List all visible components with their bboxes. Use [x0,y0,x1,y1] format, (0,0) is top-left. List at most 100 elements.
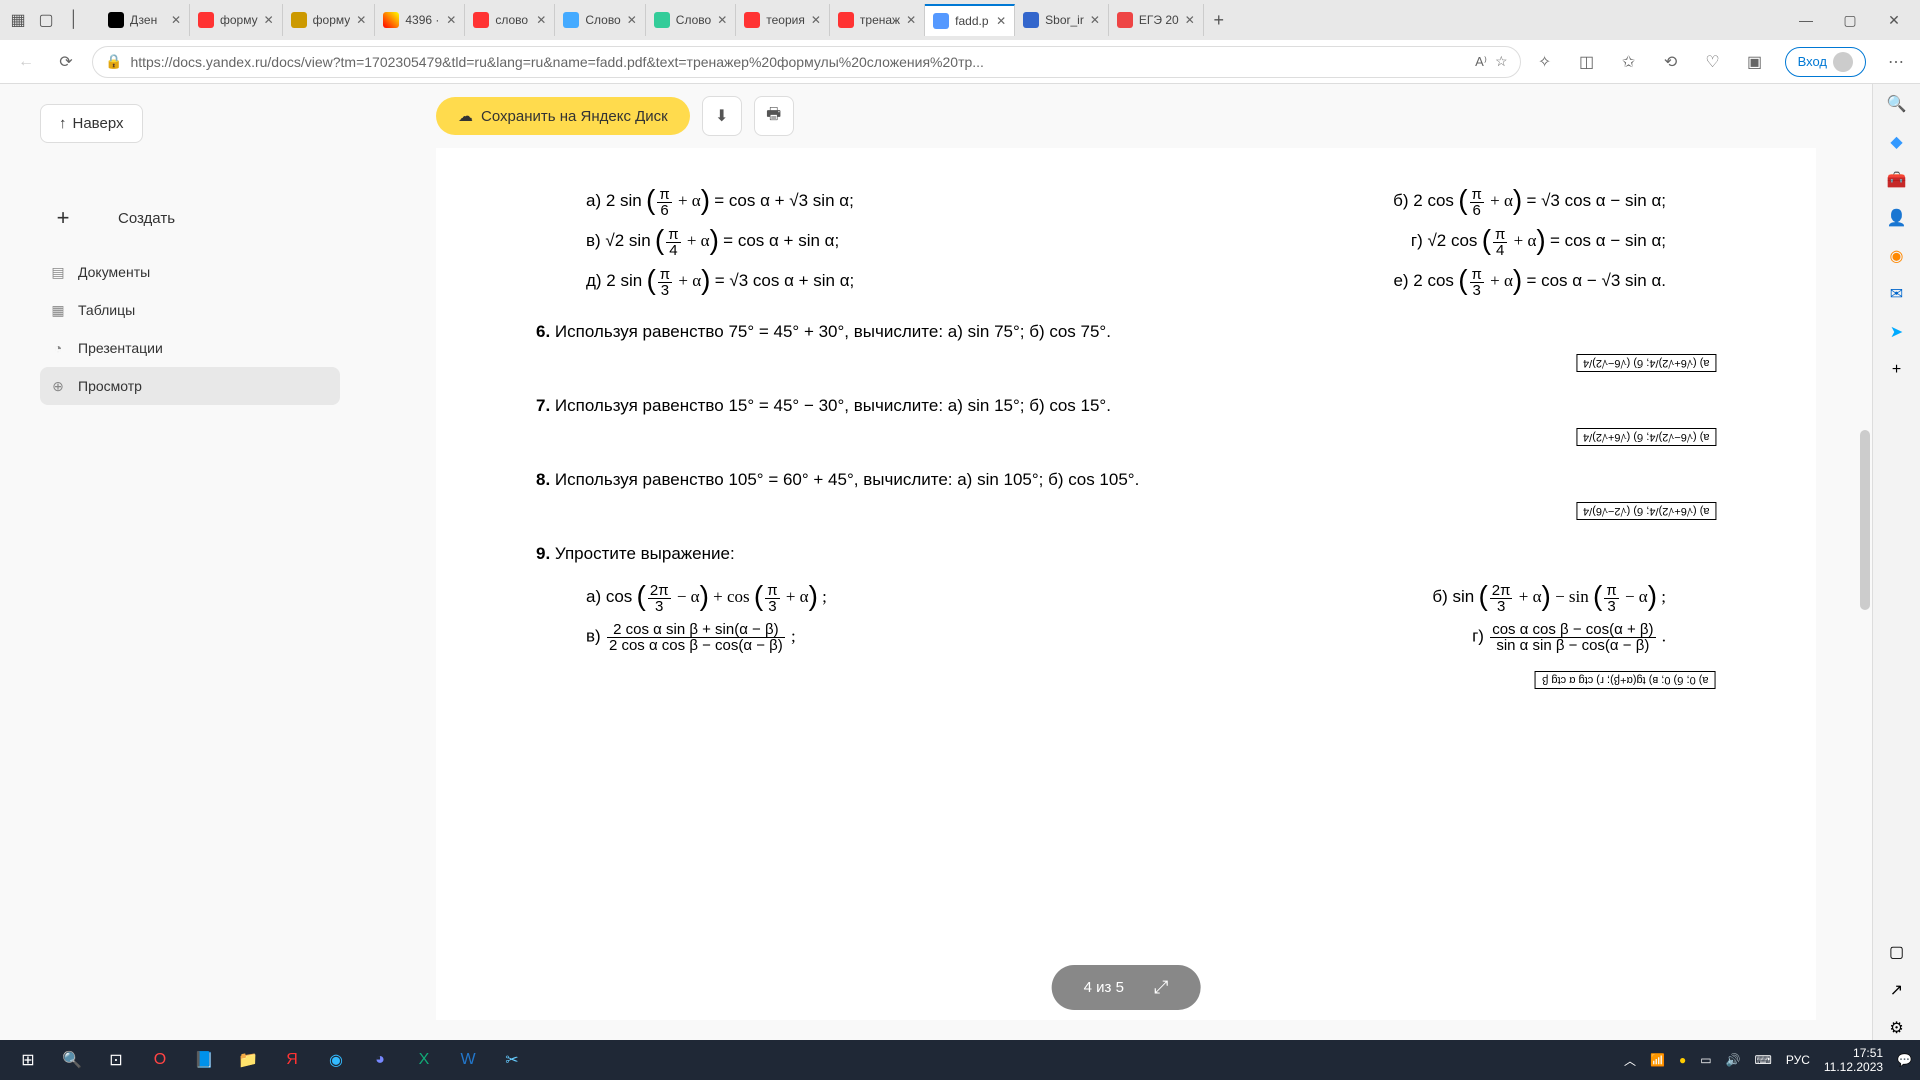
favorite-icon[interactable]: ☆ [1495,53,1508,70]
extension-icon[interactable]: ✧ [1533,50,1557,74]
close-icon[interactable]: ✕ [171,13,181,27]
tray-chevron-icon[interactable]: ︿ [1624,1052,1636,1069]
tab-0[interactable]: Дзен✕ [100,4,190,36]
tab-11[interactable]: ЕГЭ 20✕ [1109,4,1204,36]
close-icon[interactable]: ✕ [811,13,821,27]
up-label: Наверх [73,115,124,132]
shopping-rail-icon[interactable]: ◆ [1885,130,1909,154]
close-icon[interactable]: ✕ [1185,13,1195,27]
sidebar-item-label: Таблицы [78,302,135,318]
wifi-icon[interactable]: 📶 [1650,1053,1665,1067]
refresh-button[interactable]: ⟳ [52,48,80,76]
volume-icon[interactable]: 🔊 [1726,1053,1741,1067]
tools-rail-icon[interactable]: 🧰 [1885,168,1909,192]
search-taskbar-icon[interactable]: 🔍 [52,1044,92,1076]
workspace-icon[interactable]: ▦ [8,10,28,30]
keyboard-icon[interactable]: ⌨ [1755,1053,1772,1067]
url-input[interactable]: 🔒 https://docs.yandex.ru/docs/view?tm=17… [92,46,1521,78]
tab-strip: Дзен✕ форму✕ форму✕ 4396 ·✕ слово✕ Слово… [100,4,1234,36]
close-icon[interactable]: ✕ [264,13,274,27]
sidebar-item-documents[interactable]: ▤Документы [40,253,340,291]
tab-1[interactable]: форму✕ [190,4,283,36]
share-rail-icon[interactable]: ↗ [1885,978,1909,1002]
close-icon[interactable]: ✕ [446,13,456,27]
language-indicator[interactable]: РУС [1786,1053,1810,1067]
close-icon[interactable]: ✕ [1090,13,1100,27]
explorer-icon[interactable]: 📁 [228,1044,268,1076]
back-button[interactable]: ← [12,48,40,76]
save-to-disk-button[interactable]: ☁ Сохранить на Яндекс Диск [436,97,690,135]
sidebar-item-label: Просмотр [78,378,142,394]
left-sidebar: ↑ Наверх + Создать ▤Документы ▦Таблицы ◔… [0,84,380,1040]
print-button[interactable]: 🖶 [754,96,794,136]
tab-5[interactable]: Слово ✕ [555,4,645,36]
close-window-button[interactable]: ✕ [1884,10,1904,30]
create-button[interactable]: + Создать [40,193,340,243]
tab-title: тренаж [860,13,900,27]
sync-icon[interactable]: ⟲ [1659,50,1683,74]
notifications-icon[interactable]: 💬 [1897,1053,1912,1067]
download-button[interactable]: ⬇ [702,96,742,136]
mobile-icon[interactable]: ▣ [1743,50,1767,74]
split-icon[interactable]: ◫ [1575,50,1599,74]
close-icon[interactable]: ✕ [996,14,1006,28]
new-tab-button[interactable]: + [1204,10,1234,31]
tab-10[interactable]: Sbor_ir ✕ [1015,4,1109,36]
opera-icon[interactable]: O [140,1044,180,1076]
tab-4[interactable]: слово✕ [465,4,555,36]
close-icon[interactable]: ✕ [627,13,637,27]
scroll-thumb[interactable] [1860,430,1870,610]
scroll-top-button[interactable]: ↑ Наверх [40,104,143,143]
people-rail-icon[interactable]: 👤 [1885,206,1909,230]
start-button[interactable]: ⊞ [8,1044,48,1076]
tab-title: Sbor_ir [1045,13,1084,27]
excel-icon[interactable]: X [404,1044,444,1076]
maximize-button[interactable]: ▢ [1840,10,1860,30]
battery-icon[interactable]: ▭ [1700,1053,1711,1067]
settings-rail-icon[interactable]: ⚙ [1885,1016,1909,1040]
page-content: ↑ Наверх + Создать ▤Документы ▦Таблицы ◔… [0,84,1920,1040]
snip-icon[interactable]: ✂ [492,1044,532,1076]
system-clock[interactable]: 17:51 11.12.2023 [1824,1046,1883,1075]
equation-5b: б) 2 cos (π6 + α) = √3 cos α − sin α; [1393,186,1666,218]
close-icon[interactable]: ✕ [356,13,366,27]
send-rail-icon[interactable]: ➤ [1885,320,1909,344]
heart-icon[interactable]: ♡ [1701,50,1725,74]
tab-8[interactable]: тренаж ✕ [830,4,925,36]
tab-3[interactable]: 4396 ·✕ [375,4,465,36]
tab-title: Слово [585,13,620,27]
tab-7[interactable]: теория✕ [736,4,830,36]
menu-icon[interactable]: ⋯ [1884,50,1908,74]
tab-2[interactable]: форму✕ [283,4,376,36]
outlook-rail-icon[interactable]: ✉ [1885,282,1909,306]
taskview-icon[interactable]: ⊡ [96,1044,136,1076]
document-scroll[interactable]: а) 2 sin (π6 + α) = cos α + √3 sin α; б)… [380,148,1872,1040]
close-icon[interactable]: ✕ [906,13,916,27]
discord-icon[interactable]: ◕ [360,1044,400,1076]
task-7: 7. Используя равенство 15° = 45° − 30°, … [536,396,1716,416]
tab-overview-icon[interactable]: ▢ [36,10,56,30]
tray-app-icon[interactable]: ● [1679,1053,1686,1067]
sidebar-item-presentations[interactable]: ◔Презентации [40,329,340,367]
office-rail-icon[interactable]: ◉ [1885,244,1909,268]
vertical-scrollbar[interactable] [1858,0,1872,1080]
login-button[interactable]: Вход [1785,47,1866,77]
sidebar-item-tables[interactable]: ▦Таблицы [40,291,340,329]
notebook-icon[interactable]: 📘 [184,1044,224,1076]
fullscreen-button[interactable]: ⤢ [1154,977,1168,998]
collections-icon[interactable]: ✩ [1617,50,1641,74]
search-rail-icon[interactable]: 🔍 [1885,92,1909,116]
close-icon[interactable]: ✕ [717,13,727,27]
tab-9-active[interactable]: fadd.p✕ [925,4,1015,36]
edge-icon[interactable]: ◉ [316,1044,356,1076]
panel-rail-icon[interactable]: ▢ [1885,940,1909,964]
view-icon: ⊕ [48,376,68,396]
add-rail-icon[interactable]: + [1885,358,1909,382]
word-icon[interactable]: W [448,1044,488,1076]
sidebar-item-view[interactable]: ⊕ Просмотр [40,367,340,405]
close-icon[interactable]: ✕ [536,13,546,27]
yandex-icon[interactable]: Я [272,1044,312,1076]
minimize-button[interactable]: — [1796,10,1816,30]
read-aloud-icon[interactable]: A⁾ [1475,54,1487,70]
tab-6[interactable]: Слово✕ [646,4,736,36]
